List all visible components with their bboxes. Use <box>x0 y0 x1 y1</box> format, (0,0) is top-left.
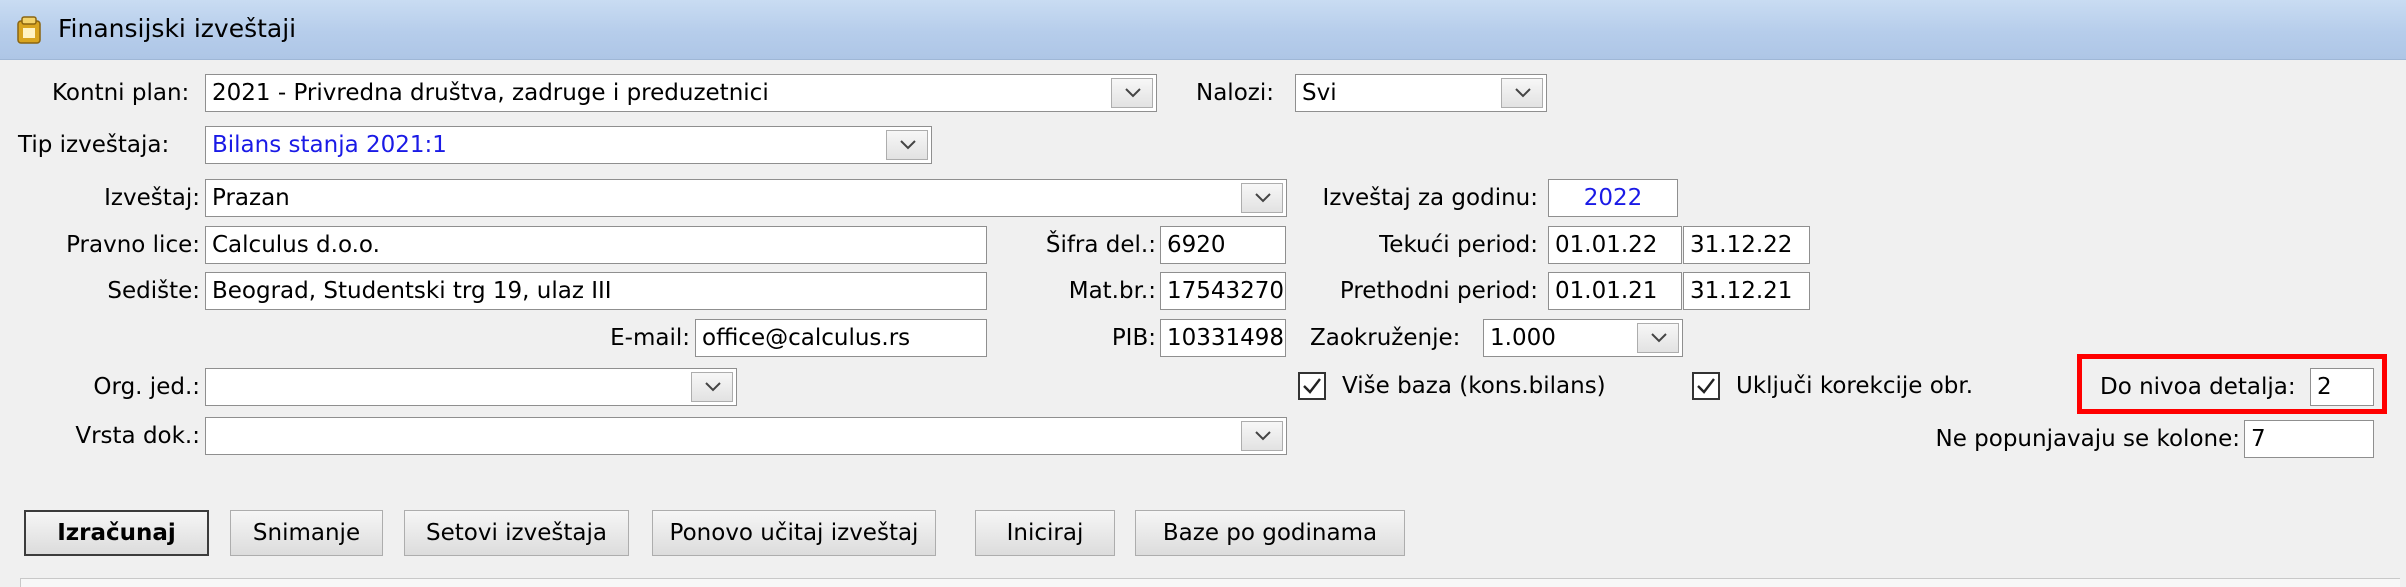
sediste-label: Sedište: <box>107 278 200 304</box>
sifra-del-field[interactable]: 6920 <box>1160 226 1286 264</box>
ukljuci-korekcije-label: Uključi korekcije obr. <box>1736 373 1974 399</box>
tip-izvestaja-combo[interactable]: Bilans stanja 2021:1 <box>205 126 932 164</box>
chevron-down-icon[interactable] <box>886 130 928 160</box>
prethodni-period-from[interactable]: 01.01.21 <box>1548 272 1682 310</box>
nalozi-value: Svi <box>1302 80 1337 106</box>
ukljuci-korekcije-checkbox[interactable] <box>1692 372 1720 400</box>
tip-izvestaja-value: Bilans stanja 2021:1 <box>212 132 447 158</box>
zaokruzenje-value: 1.000 <box>1490 325 1556 351</box>
email-field[interactable]: office@calculus.rs <box>695 319 987 357</box>
tip-izvestaja-label: Tip izveštaja: <box>18 132 170 158</box>
tekuci-period-from[interactable]: 01.01.22 <box>1548 226 1682 264</box>
setovi-izvestaja-button[interactable]: Setovi izveštaja <box>404 510 629 556</box>
email-label: E-mail: <box>610 325 690 351</box>
kontni-plan-label: Kontni plan: <box>52 80 190 106</box>
report-app-icon <box>16 15 42 45</box>
baze-po-godinama-button[interactable]: Baze po godinama <box>1135 510 1405 556</box>
zaokruzenje-label: Zaokruženje: <box>1310 325 1461 351</box>
sifra-del-label: Šifra del.: <box>1045 232 1156 258</box>
kontni-plan-value: 2021 - Privredna društva, zadruge i pred… <box>212 80 769 106</box>
org-jed-label: Org. jed.: <box>93 374 200 400</box>
ponovo-ucitaj-button[interactable]: Ponovo učitaj izveštaj <box>652 510 936 556</box>
tekuci-period-to[interactable]: 31.12.22 <box>1683 226 1810 264</box>
vise-baza-label: Više baza (kons.bilans) <box>1342 373 1606 399</box>
org-jed-combo[interactable] <box>205 368 737 406</box>
checkmark-icon <box>1697 378 1715 394</box>
do-nivoa-detalja-field[interactable]: 2 <box>2310 368 2374 406</box>
pravno-lice-label: Pravno lice: <box>66 232 200 258</box>
chevron-down-icon[interactable] <box>1501 78 1543 108</box>
zaokruzenje-combo[interactable]: 1.000 <box>1483 319 1683 357</box>
tekuci-period-label: Tekući period: <box>1379 232 1538 258</box>
vrsta-dok-combo[interactable] <box>205 417 1287 455</box>
ne-popunjavaju-label: Ne popunjavaju se kolone: <box>1935 426 2240 452</box>
chevron-down-icon[interactable] <box>1241 183 1283 213</box>
izracunaj-button[interactable]: Izračunaj <box>24 510 209 556</box>
pravno-lice-field[interactable]: Calculus d.o.o. <box>205 226 987 264</box>
prethodni-period-to[interactable]: 31.12.21 <box>1683 272 1810 310</box>
nalozi-combo[interactable]: Svi <box>1295 74 1547 112</box>
sediste-field[interactable]: Beograd, Studentski trg 19, ulaz III <box>205 272 987 310</box>
chevron-down-icon[interactable] <box>1637 323 1679 353</box>
ne-popunjavaju-field[interactable]: 7 <box>2244 420 2374 458</box>
checkmark-icon <box>1303 378 1321 394</box>
window-title: Finansijski izveštaji <box>58 14 297 43</box>
izvestaj-label: Izveštaj: <box>104 185 200 211</box>
mat-br-field[interactable]: 17543270 <box>1160 272 1286 310</box>
izvestaj-value: Prazan <box>212 185 290 211</box>
mat-br-label: Mat.br.: <box>1068 278 1156 304</box>
izvestaj-combo[interactable]: Prazan <box>205 179 1287 217</box>
pib-label: PIB: <box>1111 325 1156 351</box>
pib-field[interactable]: 103314980 <box>1160 319 1286 357</box>
chevron-down-icon[interactable] <box>1241 421 1283 451</box>
izvestaj-za-godinu-label: Izveštaj za godinu: <box>1322 185 1538 211</box>
chevron-down-icon[interactable] <box>1111 78 1153 108</box>
title-bar: Finansijski izveštaji <box>0 0 2406 60</box>
prethodni-period-label: Prethodni period: <box>1339 278 1538 304</box>
results-panel <box>20 578 2400 587</box>
vrsta-dok-label: Vrsta dok.: <box>75 423 200 449</box>
iniciraj-button[interactable]: Iniciraj <box>975 510 1115 556</box>
nalozi-label: Nalozi: <box>1196 80 1274 106</box>
izvestaj-za-godinu-field[interactable]: 2022 <box>1548 179 1678 217</box>
chevron-down-icon[interactable] <box>691 372 733 402</box>
kontni-plan-combo[interactable]: 2021 - Privredna društva, zadruge i pred… <box>205 74 1157 112</box>
do-nivoa-detalja-label: Do nivoa detalja: <box>2100 374 2296 400</box>
vise-baza-checkbox[interactable] <box>1298 372 1326 400</box>
snimanje-button[interactable]: Snimanje <box>230 510 383 556</box>
